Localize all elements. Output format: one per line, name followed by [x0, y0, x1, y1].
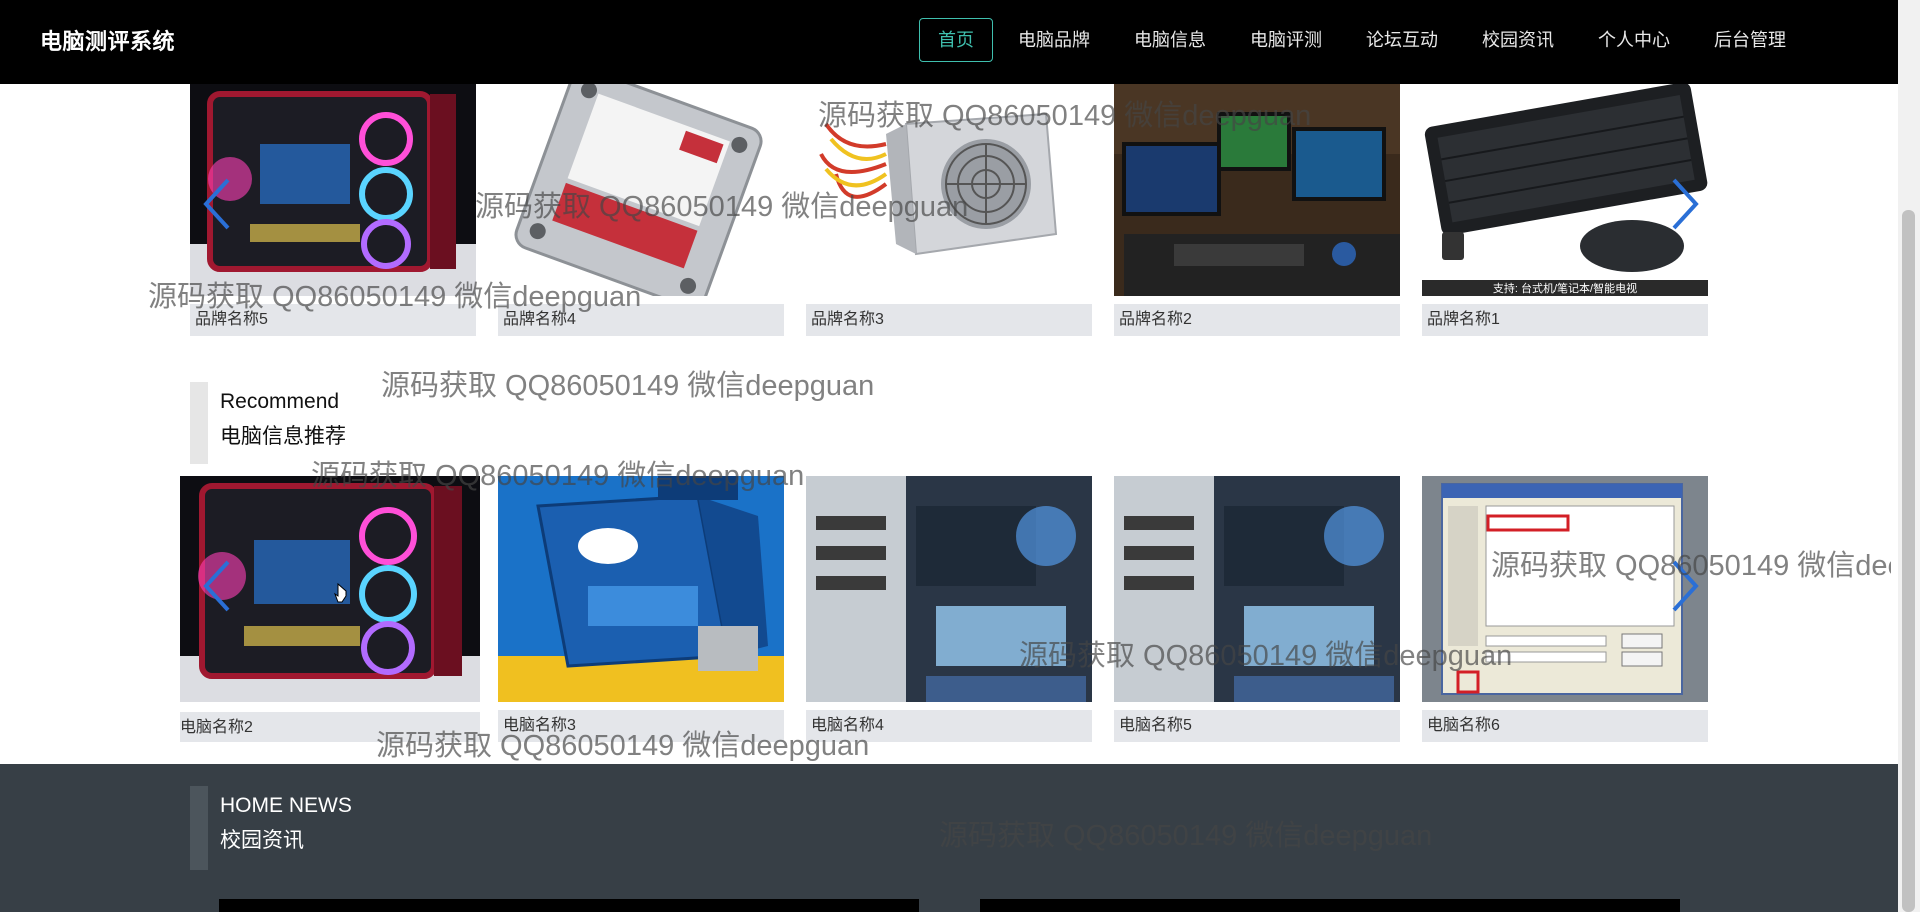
nav-computer-reviews[interactable]: 电脑评测	[1231, 18, 1341, 62]
brand-card-image[interactable]: 支持: 台式机/笔记本/智能电视	[1422, 84, 1708, 296]
recommend-carousel-prev-icon[interactable]	[200, 556, 234, 616]
recommend-carousel-next-icon[interactable]	[1668, 556, 1702, 616]
computer-card-name[interactable]: 电脑名称5	[1114, 710, 1400, 742]
recommend-title-en: Recommend	[220, 390, 340, 413]
recommend-title-cn: 电脑信息推荐	[220, 425, 346, 448]
main-nav: 首页 电脑品牌 电脑信息 电脑评测 论坛互动 校园资讯 个人中心 后台管理	[916, 18, 1808, 62]
brand-carousel-next-icon[interactable]	[1668, 174, 1702, 234]
brand-card-image[interactable]	[1114, 84, 1400, 296]
news-title-en: HOME NEWS	[220, 794, 352, 817]
computer-card-name[interactable]: 电脑名称4	[806, 710, 1092, 742]
brand-card-name[interactable]: 品牌名称4	[498, 304, 784, 336]
mouse-pointer-icon	[333, 582, 350, 604]
recommend-carousel: 电脑名称2 电脑名称3 电脑名称4 电脑名称5 电脑名称6	[180, 476, 1710, 742]
computer-card[interactable]: 电脑名称4	[806, 476, 1092, 742]
scrollbar-thumb[interactable]	[1902, 210, 1915, 912]
nav-personal-center[interactable]: 个人中心	[1579, 18, 1689, 62]
news-card[interactable]	[980, 899, 1680, 912]
nav-computer-info[interactable]: 电脑信息	[1115, 18, 1225, 62]
computer-card-image[interactable]	[806, 476, 1092, 702]
brand-card-name[interactable]: 品牌名称3	[806, 304, 1092, 336]
computer-card[interactable]: 电脑名称6	[1422, 476, 1708, 742]
brand-card-image[interactable]	[806, 84, 1092, 296]
nav-computer-brands[interactable]: 电脑品牌	[999, 18, 1109, 62]
site-brand[interactable]: 电脑测评系统	[40, 24, 175, 56]
computer-card-name[interactable]: 电脑名称6	[1422, 710, 1708, 742]
brand-carousel-prev-icon[interactable]	[200, 174, 234, 234]
brand-card[interactable]: 品牌名称3	[806, 84, 1092, 336]
computer-card-name[interactable]: 电脑名称3	[498, 710, 784, 742]
computer-card-image[interactable]	[1422, 476, 1708, 702]
section-accent-bar	[190, 382, 208, 464]
page: 电脑测评系统 首页 电脑品牌 电脑信息 电脑评测 论坛互动 校园资讯 个人中心 …	[0, 0, 1898, 912]
news-section-header: HOME NEWS 校园资讯	[190, 786, 790, 870]
page-scrollbar[interactable]	[1898, 0, 1920, 912]
nav-forum[interactable]: 论坛互动	[1347, 18, 1457, 62]
brand-card[interactable]: 品牌名称4	[498, 84, 784, 336]
recommend-section-header: Recommend 电脑信息推荐	[190, 382, 790, 466]
computer-card-image[interactable]	[498, 476, 784, 702]
brand-card-name[interactable]: 品牌名称2	[1114, 304, 1400, 336]
keyboard-image-caption: 支持: 台式机/笔记本/智能电视	[1493, 281, 1637, 295]
brand-card-image[interactable]	[498, 84, 784, 296]
top-navbar: 电脑测评系统 首页 电脑品牌 电脑信息 电脑评测 论坛互动 校园资讯 个人中心 …	[0, 0, 1898, 84]
news-card[interactable]	[219, 899, 919, 912]
brand-card[interactable]: 品牌名称2	[1114, 84, 1400, 336]
brand-card[interactable]: 支持: 台式机/笔记本/智能电视 品牌名称1	[1422, 84, 1708, 336]
campus-news-section: HOME NEWS 校园资讯	[0, 764, 1898, 912]
section-accent-bar	[190, 786, 208, 870]
brand-carousel: 品牌名称5 品牌名称4 品牌名称3 品牌名称2 支持: 台式机/笔记本/智能电视…	[190, 84, 1710, 336]
computer-card-image[interactable]	[1114, 476, 1400, 702]
brand-card-name[interactable]: 品牌名称5	[190, 304, 476, 336]
nav-home[interactable]: 首页	[919, 18, 993, 62]
computer-card-name[interactable]: 电脑名称2	[180, 712, 480, 742]
computer-card[interactable]: 电脑名称3	[498, 476, 784, 742]
brand-card-name[interactable]: 品牌名称1	[1422, 304, 1708, 336]
nav-admin[interactable]: 后台管理	[1695, 18, 1805, 62]
news-title-cn: 校园资讯	[220, 829, 304, 852]
nav-campus-news[interactable]: 校园资讯	[1463, 18, 1573, 62]
computer-card[interactable]: 电脑名称5	[1114, 476, 1400, 742]
